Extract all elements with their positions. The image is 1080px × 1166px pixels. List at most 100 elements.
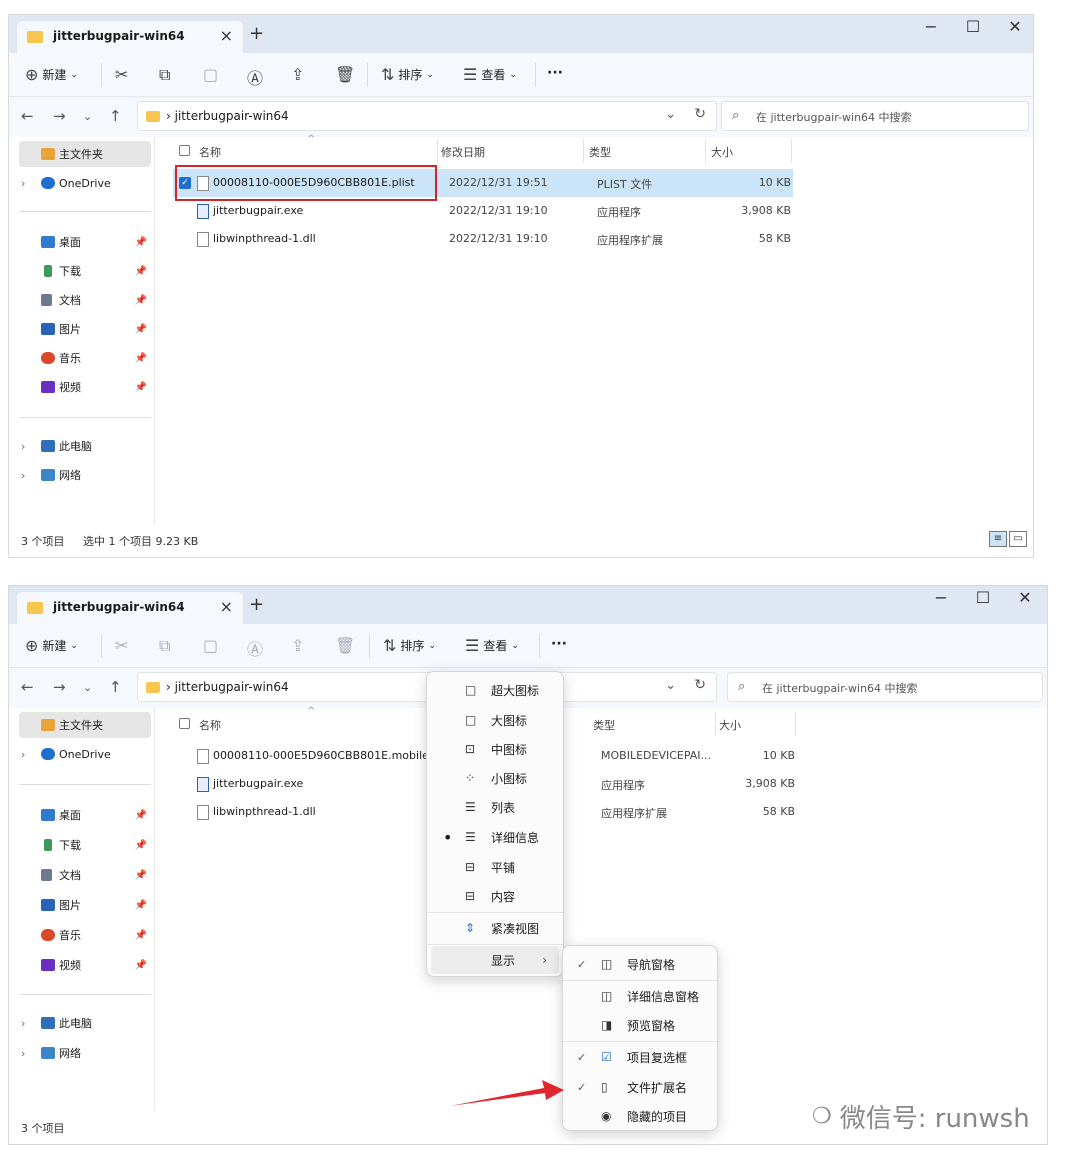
- sidebar-item-this-pc[interactable]: › 此电脑: [19, 433, 151, 459]
- search-box[interactable]: ⌕ 在 jitterbugpair-win64 中搜索: [721, 101, 1029, 131]
- menu-item-small-icons[interactable]: ⁘ 小图标: [431, 764, 559, 792]
- sidebar-item-this-pc[interactable]: › 此电脑: [19, 1010, 151, 1036]
- sidebar-item-home[interactable]: 主文件夹: [19, 141, 151, 167]
- close-window-button[interactable]: ✕: [995, 17, 1033, 36]
- column-header-size[interactable]: 大小: [711, 144, 733, 160]
- view-button[interactable]: ☰ 查看 ⌄: [463, 65, 517, 84]
- new-button[interactable]: ⊕ 新建 ⌄: [25, 65, 78, 84]
- sort-button[interactable]: ⇅ 排序 ⌄: [381, 65, 434, 84]
- sidebar-item-network[interactable]: › 网络: [19, 462, 151, 488]
- up-button[interactable]: ↑: [109, 107, 122, 125]
- column-header-name[interactable]: 名称: [199, 717, 221, 733]
- menu-item-hidden-items[interactable]: ◉ 隐藏的项目: [567, 1102, 713, 1130]
- sidebar-item-videos[interactable]: 视频 📌: [19, 374, 151, 400]
- sidebar-item-documents[interactable]: 文档 📌: [19, 287, 151, 313]
- select-all-checkbox[interactable]: [179, 145, 190, 156]
- close-tab-icon[interactable]: ×: [220, 26, 233, 45]
- recent-button[interactable]: ⌄: [83, 110, 92, 123]
- more-button[interactable]: ···: [547, 65, 563, 81]
- back-button[interactable]: ←: [21, 107, 34, 125]
- column-header-date[interactable]: 修改日期: [441, 144, 485, 160]
- sidebar-item-documents[interactable]: 文档 📌: [19, 862, 151, 888]
- column-header-type[interactable]: 类型: [593, 717, 615, 733]
- more-button[interactable]: ···: [551, 636, 567, 652]
- paste-button[interactable]: ▢: [203, 636, 218, 655]
- copy-button[interactable]: ⧉: [159, 636, 170, 656]
- forward-button[interactable]: →: [53, 107, 66, 125]
- menu-item-compact-view[interactable]: ⇕ 紧凑视图: [431, 914, 559, 942]
- table-row[interactable]: ✓ 00008110-000E5D960CBB801E.plist 2022/1…: [173, 165, 793, 201]
- search-box[interactable]: ⌕ 在 jitterbugpair-win64 中搜索: [727, 672, 1043, 702]
- rename-button[interactable]: Ⓐ: [247, 636, 263, 660]
- menu-item-large-icons[interactable]: □ 大图标: [431, 706, 559, 734]
- menu-item-preview-pane[interactable]: ◨ 预览窗格: [567, 1011, 713, 1039]
- menu-item-show[interactable]: 显示 ›: [431, 946, 559, 974]
- column-header-name[interactable]: 名称: [199, 144, 221, 160]
- sidebar-item-music[interactable]: 音乐 📌: [19, 345, 151, 371]
- menu-item-extra-large-icons[interactable]: □ 超大图标: [431, 676, 559, 704]
- close-window-button[interactable]: ✕: [1005, 588, 1045, 607]
- menu-item-tiles[interactable]: ⊟ 平铺: [431, 853, 559, 881]
- menu-item-medium-icons[interactable]: ⊡ 中图标: [431, 735, 559, 763]
- sidebar-item-downloads[interactable]: 下载 📌: [19, 258, 151, 284]
- sidebar-item-desktop[interactable]: 桌面 📌: [19, 229, 151, 255]
- column-header-type[interactable]: 类型: [589, 144, 611, 160]
- sidebar-item-videos[interactable]: 视频 📌: [19, 952, 151, 978]
- chevron-down-icon[interactable]: ⌄: [665, 678, 676, 693]
- sidebar-item-network[interactable]: › 网络: [19, 1040, 151, 1066]
- forward-button[interactable]: →: [53, 678, 66, 696]
- sidebar-item-music[interactable]: 音乐 📌: [19, 922, 151, 948]
- cut-button[interactable]: ✂: [115, 65, 128, 84]
- maximize-button[interactable]: ☐: [953, 17, 993, 36]
- breadcrumb[interactable]: › jitterbugpair-win64: [166, 680, 289, 694]
- maximize-button[interactable]: ☐: [963, 588, 1003, 607]
- paste-button[interactable]: ▢: [203, 65, 218, 84]
- sort-button[interactable]: ⇅ 排序 ⌄: [383, 636, 436, 655]
- sidebar-item-downloads[interactable]: 下载 📌: [19, 832, 151, 858]
- menu-item-file-extensions[interactable]: ✓ ▯ 文件扩展名: [567, 1073, 713, 1101]
- refresh-icon[interactable]: ↻: [694, 106, 706, 122]
- new-button[interactable]: ⊕ 新建 ⌄: [25, 636, 78, 655]
- column-header-size[interactable]: 大小: [719, 717, 741, 733]
- minimize-button[interactable]: −: [921, 588, 961, 607]
- menu-item-list[interactable]: ☰ 列表: [431, 793, 559, 821]
- close-tab-icon[interactable]: ×: [220, 597, 233, 616]
- table-row[interactable]: libwinpthread-1.dll 2022/12/31 19:10 应用程…: [173, 225, 793, 253]
- address-bar[interactable]: › jitterbugpair-win64 ⌄ ↻: [137, 101, 717, 131]
- tiles-view-button[interactable]: ▭: [1009, 531, 1027, 547]
- back-button[interactable]: ←: [21, 678, 34, 696]
- delete-button[interactable]: 🗑: [335, 636, 355, 655]
- menu-item-details-pane[interactable]: ◫ 详细信息窗格: [567, 982, 713, 1010]
- sidebar-item-onedrive[interactable]: › OneDrive: [19, 741, 151, 767]
- copy-button[interactable]: ⧉: [159, 65, 170, 85]
- recent-button[interactable]: ⌄: [83, 681, 92, 694]
- details-view-button[interactable]: ≡: [989, 531, 1007, 547]
- sidebar-item-onedrive[interactable]: › OneDrive: [19, 170, 151, 196]
- tab-jitterbugpair[interactable]: jitterbugpair-win64 ×: [17, 592, 243, 624]
- explorer-window-top: jitterbugpair-win64 × + − ☐ ✕ ⊕ 新建 ⌄ ✂ ⧉ ▢…: [8, 14, 1034, 558]
- share-button[interactable]: ⇪: [291, 636, 304, 655]
- view-button[interactable]: ☰ 查看 ⌄: [465, 636, 519, 655]
- sidebar-item-home[interactable]: 主文件夹: [19, 712, 151, 738]
- minimize-button[interactable]: −: [911, 17, 951, 36]
- new-tab-button[interactable]: +: [249, 23, 264, 44]
- breadcrumb[interactable]: › jitterbugpair-win64: [166, 109, 289, 123]
- sidebar-item-pictures[interactable]: 图片 📌: [19, 316, 151, 342]
- sidebar-item-desktop[interactable]: 桌面 📌: [19, 802, 151, 828]
- menu-item-navigation-pane[interactable]: ✓ ◫ 导航窗格: [567, 950, 713, 978]
- menu-item-item-checkboxes[interactable]: ✓ ☑ 项目复选框: [567, 1043, 713, 1071]
- cut-button[interactable]: ✂: [115, 636, 128, 655]
- up-button[interactable]: ↑: [109, 678, 122, 696]
- sidebar-item-pictures[interactable]: 图片 📌: [19, 892, 151, 918]
- menu-item-content[interactable]: ⊟ 内容: [431, 882, 559, 910]
- share-button[interactable]: ⇪: [291, 65, 304, 84]
- rename-button[interactable]: Ⓐ: [247, 65, 263, 89]
- menu-item-details[interactable]: • ☰ 详细信息: [431, 823, 559, 851]
- delete-button[interactable]: 🗑: [335, 65, 355, 84]
- new-tab-button[interactable]: +: [249, 594, 264, 615]
- chevron-down-icon[interactable]: ⌄: [665, 107, 676, 122]
- table-row[interactable]: jitterbugpair.exe 2022/12/31 19:10 应用程序 …: [173, 197, 793, 225]
- select-all-checkbox[interactable]: [179, 718, 190, 729]
- tab-jitterbugpair[interactable]: jitterbugpair-win64 ×: [17, 21, 243, 53]
- refresh-icon[interactable]: ↻: [694, 677, 706, 693]
